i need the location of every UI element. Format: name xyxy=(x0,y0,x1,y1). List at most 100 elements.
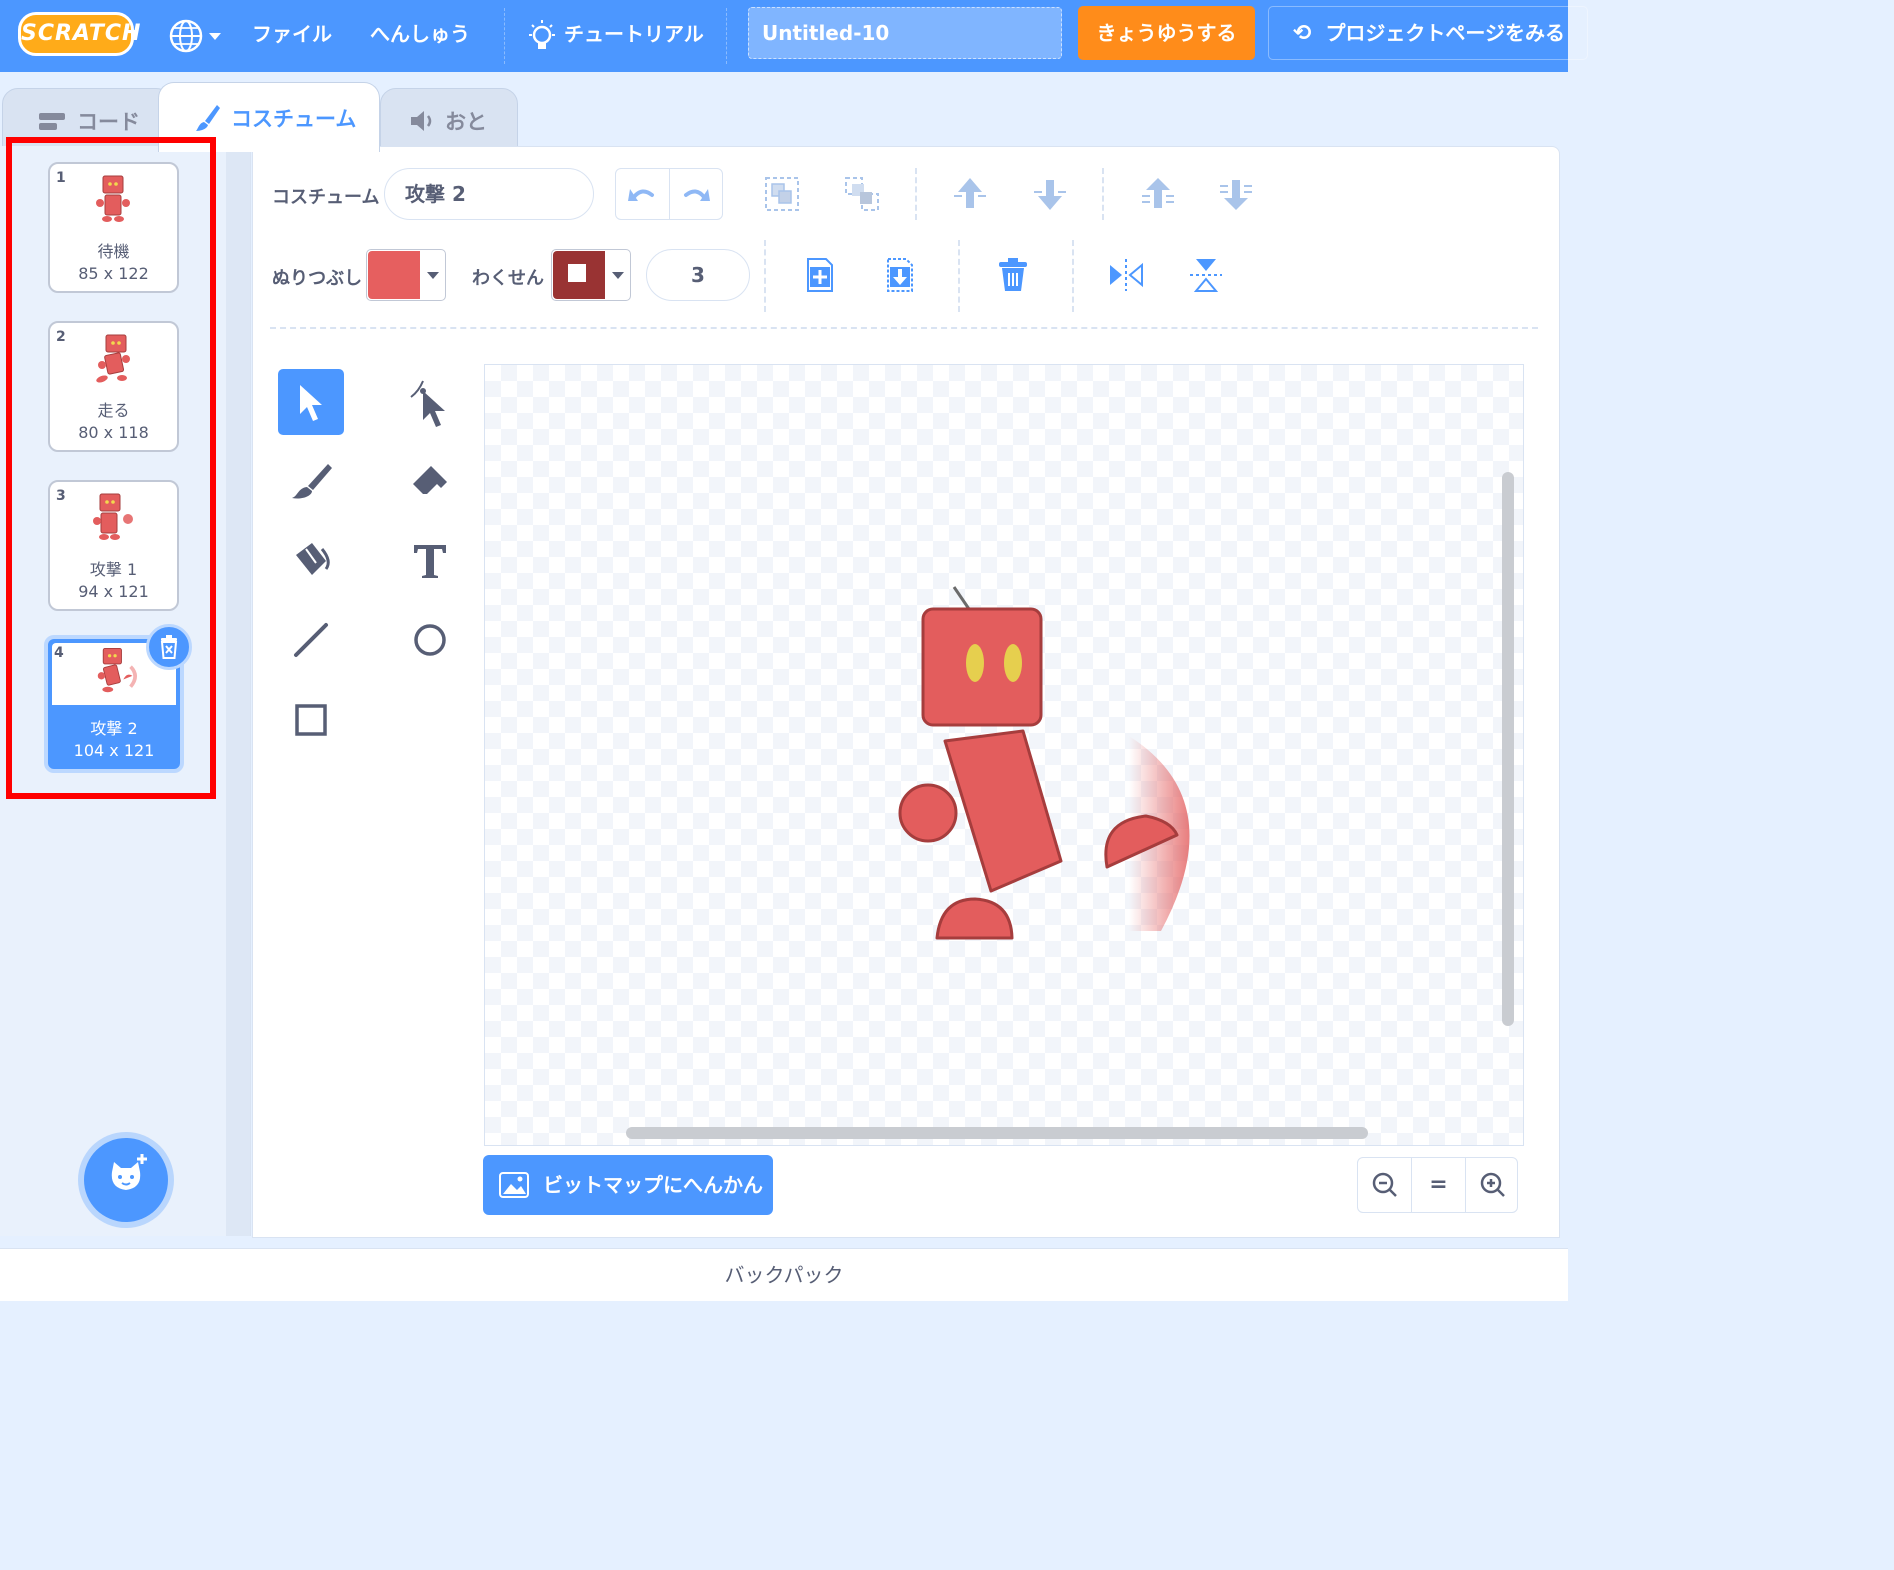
canvas-horizontal-scrollbar[interactable] xyxy=(626,1127,1368,1139)
outline-width-input[interactable]: 3 xyxy=(646,249,750,301)
ungroup-button[interactable] xyxy=(842,174,882,214)
rectangle-tool[interactable] xyxy=(278,686,344,752)
paintbrush-icon xyxy=(196,105,220,131)
trash-icon xyxy=(160,635,178,659)
see-project-page-label: プロジェクトページをみる xyxy=(1325,21,1566,45)
delete-button[interactable] xyxy=(993,255,1033,295)
chevron-down-icon xyxy=(612,272,624,279)
cat-plus-icon xyxy=(111,1154,147,1190)
fill-color-swatch xyxy=(368,251,420,299)
zoom-reset-button[interactable]: = xyxy=(1412,1158,1465,1212)
speaker-icon xyxy=(411,111,432,131)
lightbulb-icon xyxy=(529,19,555,49)
zoom-out-button[interactable] xyxy=(1358,1158,1411,1212)
line-icon xyxy=(294,623,328,657)
zoom-out-icon xyxy=(1372,1172,1397,1197)
canvas-vertical-scrollbar[interactable] xyxy=(1502,472,1514,1026)
file-menu[interactable]: ファイル xyxy=(252,0,332,72)
chevron-down-icon xyxy=(427,272,439,279)
tab-sounds-label: おと xyxy=(445,110,487,134)
share-button[interactable]: きょうゆうする xyxy=(1078,6,1255,60)
language-menu[interactable] xyxy=(168,18,226,54)
globe-icon xyxy=(169,19,221,53)
front-button[interactable] xyxy=(1138,174,1178,214)
paint-canvas[interactable] xyxy=(484,364,1524,1146)
backpack-panel[interactable]: バックパック xyxy=(0,1248,1568,1301)
costume-list-scrollbar[interactable] xyxy=(226,146,250,1236)
group-button[interactable] xyxy=(762,174,802,214)
project-title-input[interactable]: Untitled-10 xyxy=(748,7,1062,59)
brush-tool[interactable] xyxy=(278,448,344,514)
menu-divider xyxy=(726,8,727,64)
toolbar-divider xyxy=(764,240,766,312)
tab-code-label: コード xyxy=(77,110,140,134)
zoom-in-button[interactable] xyxy=(1466,1158,1519,1212)
edit-menu[interactable]: へんしゅう xyxy=(370,0,470,72)
toolbar-divider xyxy=(915,168,917,220)
toolbar-divider xyxy=(1102,168,1104,220)
ungroup-icon xyxy=(845,177,879,211)
delete-costume-button[interactable] xyxy=(146,624,192,670)
outline-label: わくせん xyxy=(472,268,544,289)
bring-to-front-icon xyxy=(1142,178,1174,208)
eraser-icon xyxy=(413,466,447,498)
line-tool[interactable] xyxy=(278,606,344,672)
backward-button[interactable] xyxy=(1030,174,1070,214)
fill-label: ぬりつぶし xyxy=(272,268,363,289)
tutorials-menu[interactable]: チュートリアル xyxy=(526,0,704,72)
convert-to-bitmap-label: ビットマップにへんかん xyxy=(543,1173,763,1197)
copy-icon xyxy=(807,258,833,292)
undo-button[interactable] xyxy=(622,175,662,215)
scratch-logo[interactable]: SCRATCH xyxy=(18,12,140,56)
flip-vertical-button[interactable] xyxy=(1186,255,1226,295)
arrow-up-icon xyxy=(954,178,986,208)
circle-icon xyxy=(414,624,446,656)
forward-button[interactable] xyxy=(950,174,990,214)
image-icon xyxy=(499,1172,529,1198)
fill-color-picker[interactable] xyxy=(366,249,446,301)
tab-costumes-label: コスチューム xyxy=(231,107,357,131)
toolbar-divider xyxy=(1072,240,1074,312)
paste-icon xyxy=(887,258,913,292)
redo-button[interactable] xyxy=(676,175,716,215)
group-icon xyxy=(765,177,799,211)
reshape-icon xyxy=(410,380,445,427)
see-project-page-button[interactable]: ⟲ プロジェクトページをみる xyxy=(1268,6,1588,60)
flip-horizontal-button[interactable] xyxy=(1106,255,1146,295)
button-divider xyxy=(669,169,670,219)
convert-to-bitmap-button[interactable]: ビットマップにへんかん xyxy=(483,1155,773,1215)
circle-tool[interactable] xyxy=(397,606,463,672)
reshape-tool[interactable] xyxy=(397,369,463,435)
toolbar-separator xyxy=(270,327,1538,329)
outline-inner-square xyxy=(568,264,586,282)
toolbar-divider xyxy=(958,240,960,312)
outline-color-swatch xyxy=(553,251,605,299)
arrow-pointer-icon xyxy=(300,385,322,421)
fill-tool[interactable] xyxy=(278,527,344,593)
code-blocks-icon xyxy=(39,113,65,130)
send-to-back-icon xyxy=(1220,180,1252,210)
redo-icon xyxy=(684,189,710,201)
select-tool[interactable] xyxy=(278,369,344,435)
flip-vertical-icon xyxy=(1190,259,1222,292)
costume-name-input[interactable]: 攻撃 2 xyxy=(384,168,594,220)
costume-name-label: コスチューム xyxy=(272,187,380,208)
add-costume-button[interactable] xyxy=(84,1138,168,1222)
zoom-in-icon xyxy=(1480,1172,1505,1197)
back-button[interactable] xyxy=(1216,174,1256,214)
rectangle-icon xyxy=(295,704,327,736)
eraser-tool[interactable] xyxy=(397,448,463,514)
zoom-controls: = xyxy=(1357,1157,1518,1213)
paste-button[interactable] xyxy=(880,255,920,295)
text-tool[interactable] xyxy=(397,527,463,593)
arrow-down-icon xyxy=(1034,180,1066,210)
copy-button[interactable] xyxy=(800,255,840,295)
undo-icon xyxy=(628,189,654,201)
trash-icon xyxy=(999,258,1027,291)
costume-list-highlight xyxy=(6,137,216,799)
robot-costume-drawing[interactable] xyxy=(485,365,1524,1146)
outline-color-picker[interactable] xyxy=(551,249,631,301)
brush-icon xyxy=(292,464,332,499)
remix-arrows-icon: ⟲ xyxy=(1293,21,1312,46)
undo-redo-group xyxy=(615,168,723,220)
